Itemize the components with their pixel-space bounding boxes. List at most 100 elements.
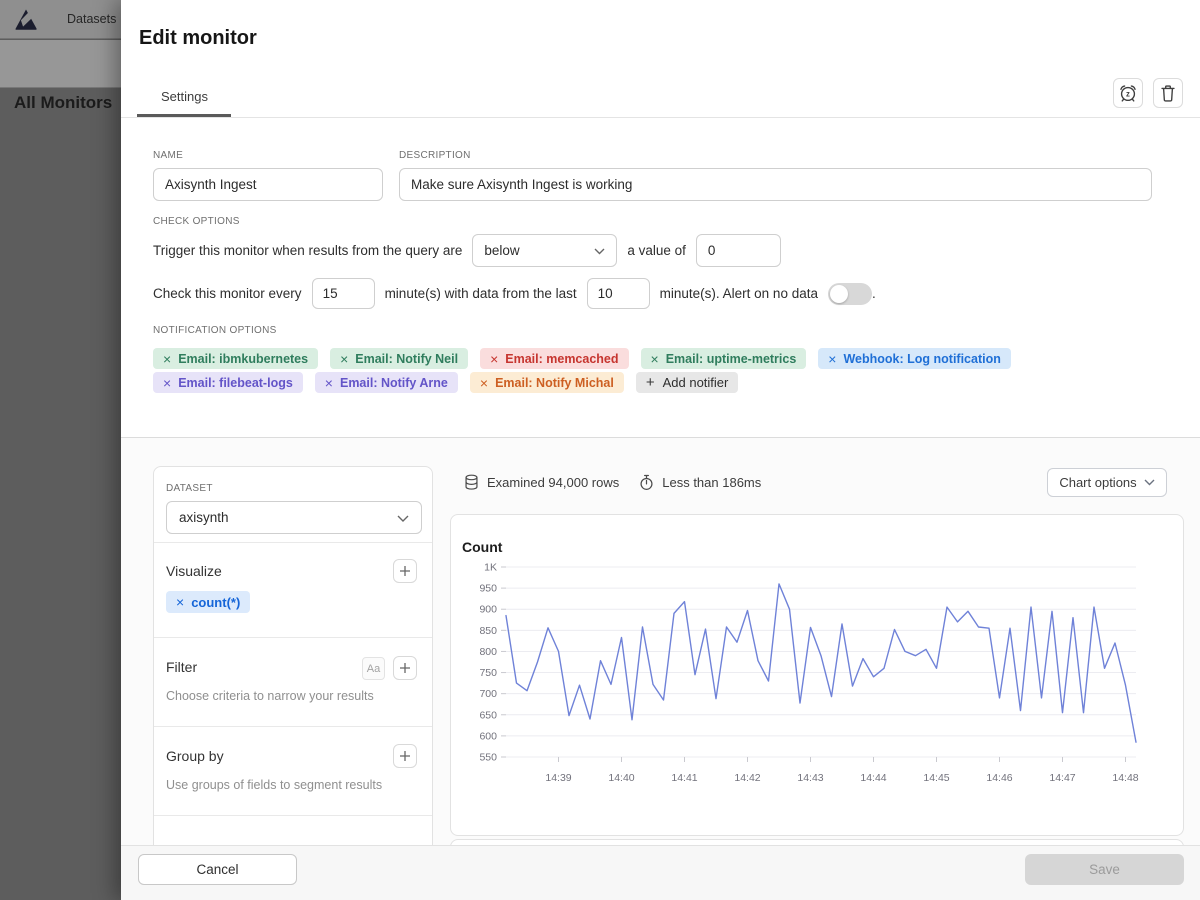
visualize-chip[interactable]: × count(*) — [166, 591, 250, 613]
chevron-down-icon — [1144, 479, 1155, 486]
svg-text:1K: 1K — [484, 562, 497, 574]
examined-rows: Examined 94,000 rows — [464, 474, 619, 491]
remove-notifier-icon[interactable]: × — [490, 352, 498, 366]
alert-no-data-toggle[interactable] — [828, 283, 872, 305]
name-label: NAME — [153, 150, 183, 161]
notifier-chip[interactable]: × Email: memcached — [480, 348, 628, 369]
trigger-operator-value: below — [484, 243, 519, 258]
filter-label: Filter — [166, 659, 197, 675]
delete-monitor-button[interactable] — [1153, 78, 1183, 108]
remove-notifier-icon[interactable]: × — [340, 352, 348, 366]
notifier-chip-label: Email: memcached — [505, 352, 618, 366]
notifier-chip-label: Email: Notify Neil — [355, 352, 458, 366]
visualize-label: Visualize — [166, 563, 222, 579]
dataset-select[interactable]: axisynth — [166, 501, 422, 534]
tab-settings[interactable]: Settings — [161, 89, 208, 104]
remove-notifier-icon[interactable]: × — [325, 376, 333, 390]
snooze-alarm-icon: z — [1117, 82, 1139, 104]
check-text-3: minute(s). Alert on no data — [660, 286, 818, 301]
plus-icon — [399, 750, 411, 762]
cancel-button[interactable]: Cancel — [138, 854, 297, 885]
add-filter-button[interactable] — [393, 656, 417, 680]
dataset-label: DATASET — [166, 483, 213, 494]
svg-text:14:43: 14:43 — [797, 772, 823, 784]
remove-notifier-icon[interactable]: × — [480, 376, 488, 390]
notifier-chip-label: Email: Notify Arne — [340, 376, 448, 390]
check-text-1: Check this monitor every — [153, 286, 302, 301]
notifier-chip[interactable]: ×Email: Notify Michal — [470, 372, 624, 393]
save-button[interactable]: Save — [1025, 854, 1184, 885]
tabbar-divider — [121, 117, 1200, 118]
svg-text:650: 650 — [479, 709, 497, 721]
chart-options-button[interactable]: Chart options — [1047, 468, 1167, 497]
svg-text:850: 850 — [479, 625, 497, 637]
check-every-input[interactable] — [312, 278, 375, 309]
svg-text:14:45: 14:45 — [923, 772, 949, 784]
edit-monitor-panel: Edit monitor Settings z NAME DESCRIPTION… — [121, 0, 1200, 900]
notifier-chip[interactable]: × Email: Notify Arne — [315, 372, 458, 393]
nav-item-datasets[interactable]: Datasets — [67, 12, 116, 26]
chevron-down-icon — [397, 515, 409, 523]
examined-rows-text: Examined 94,000 rows — [487, 475, 619, 490]
trigger-text-before: Trigger this monitor when results from t… — [153, 243, 462, 258]
snooze-monitor-button[interactable]: z — [1113, 78, 1143, 108]
notifier-chip-label: Webhook: Log notification — [843, 352, 1000, 366]
add-visualize-button[interactable] — [393, 559, 417, 583]
chevron-down-icon — [594, 248, 605, 255]
svg-text:14:42: 14:42 — [734, 772, 760, 784]
chart-card: Count 1K95090085080075070065060055014:39… — [450, 514, 1184, 836]
notifier-chip[interactable]: ×Email: uptime-metrics — [641, 348, 807, 369]
notifier-chip[interactable]: × Webhook: Log notification — [818, 348, 1011, 369]
group-by-hint: Use groups of fields to segment results — [166, 778, 382, 792]
svg-text:14:44: 14:44 — [860, 772, 886, 784]
remove-visualize-icon[interactable]: × — [176, 594, 184, 610]
dataset-value: axisynth — [179, 510, 229, 525]
add-notifier-label: Add notifier — [663, 375, 729, 390]
toggle-knob — [830, 285, 848, 303]
svg-text:700: 700 — [479, 688, 497, 700]
query-section: DATASET axisynth Visualize × count(*) Fi… — [121, 437, 1200, 900]
query-builder-card: DATASET axisynth Visualize × count(*) Fi… — [153, 466, 433, 886]
check-text-period: . — [872, 286, 876, 301]
check-options-label: CHECK OPTIONS — [153, 216, 240, 227]
panel-title: Edit monitor — [139, 27, 257, 50]
check-frequency-row: Check this monitor every minute(s) with … — [153, 278, 876, 309]
trigger-value-input[interactable] — [696, 234, 781, 267]
description-label: DESCRIPTION — [399, 150, 471, 161]
trigger-condition-row: Trigger this monitor when results from t… — [153, 234, 781, 267]
notifier-chip-list: ×Email: ibmkubernetes×Email: Notify Neil… — [153, 348, 1153, 393]
results-meta-row: Examined 94,000 rows Less than 186ms — [464, 468, 781, 496]
database-icon — [464, 474, 479, 491]
svg-text:950: 950 — [479, 583, 497, 595]
add-notifier-button[interactable]: + Add notifier — [636, 372, 739, 393]
trigger-operator-select[interactable]: below — [472, 234, 617, 267]
svg-text:550: 550 — [479, 752, 497, 764]
notifier-chip[interactable]: × Email: Notify Neil — [330, 348, 468, 369]
notifier-chip[interactable]: ×Email: filebeat-logs — [153, 372, 303, 393]
remove-notifier-icon[interactable]: × — [828, 352, 836, 366]
svg-text:14:46: 14:46 — [986, 772, 1012, 784]
plus-icon: + — [646, 374, 655, 391]
description-input[interactable] — [399, 168, 1152, 201]
plus-icon — [399, 662, 411, 674]
remove-notifier-icon[interactable]: × — [163, 352, 171, 366]
visualize-chip-label: count(*) — [191, 595, 240, 610]
notification-options-label: NOTIFICATION OPTIONS — [153, 325, 277, 336]
name-input[interactable] — [153, 168, 383, 201]
notifier-chip[interactable]: ×Email: ibmkubernetes — [153, 348, 318, 369]
svg-text:14:41: 14:41 — [671, 772, 697, 784]
honeycomb-logo — [13, 7, 39, 33]
divider — [154, 815, 432, 816]
svg-text:14:39: 14:39 — [545, 772, 571, 784]
svg-text:750: 750 — [479, 667, 497, 679]
remove-notifier-icon[interactable]: × — [651, 352, 659, 366]
filter-case-button[interactable]: Aa — [362, 657, 385, 680]
add-group-by-button[interactable] — [393, 744, 417, 768]
remove-notifier-icon[interactable]: × — [163, 376, 171, 390]
filter-hint: Choose criteria to narrow your results — [166, 689, 374, 703]
divider — [154, 726, 432, 727]
divider — [154, 542, 432, 543]
check-last-input[interactable] — [587, 278, 650, 309]
svg-text:900: 900 — [479, 604, 497, 616]
svg-text:z: z — [1126, 90, 1130, 99]
